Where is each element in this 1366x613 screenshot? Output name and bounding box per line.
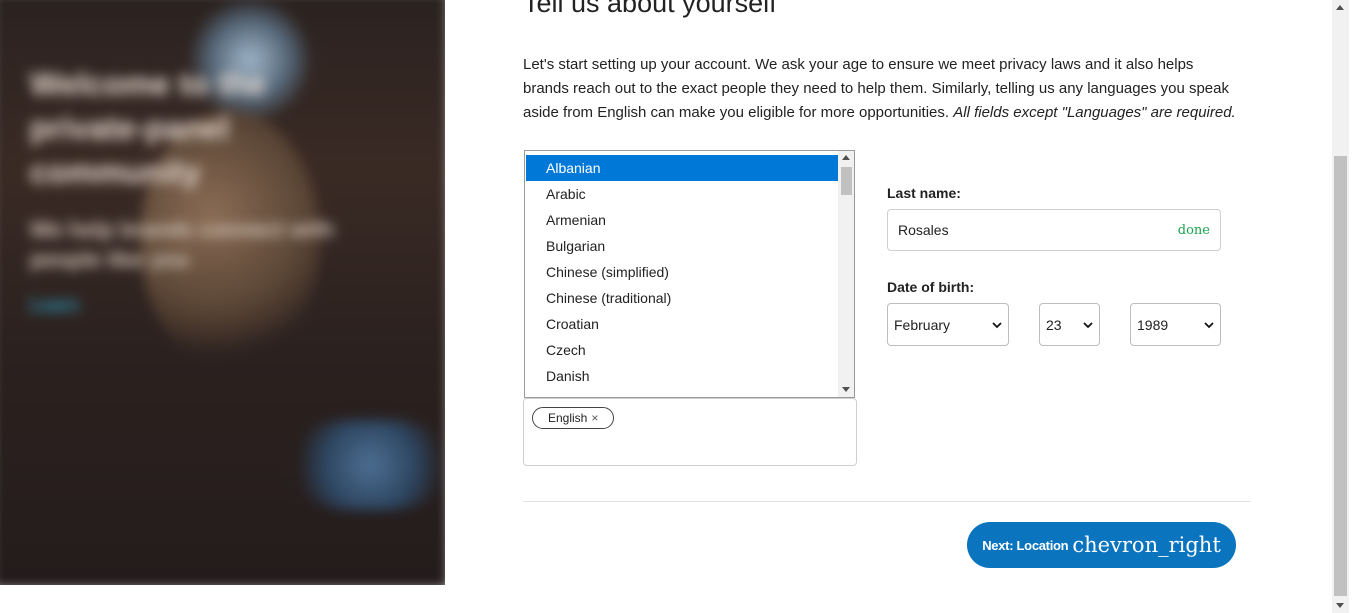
page-title: Tell us about yourself <box>523 0 777 18</box>
chevron-down-icon <box>1083 321 1093 328</box>
last-name-field[interactable]: Rosales done <box>887 209 1221 251</box>
language-option[interactable]: Bulgarian <box>526 233 839 259</box>
scroll-up-icon[interactable] <box>1336 5 1344 10</box>
dropdown-scroll-thumb[interactable] <box>841 167 852 195</box>
dob-label: Date of birth: <box>887 279 975 295</box>
scroll-down-icon[interactable] <box>1336 603 1344 608</box>
language-option[interactable]: Chinese (traditional) <box>526 285 839 311</box>
language-chip-english[interactable]: English × <box>532 407 615 429</box>
language-option[interactable]: Armenian <box>526 207 839 233</box>
next-button-label: Next: Location <box>982 537 1069 553</box>
hero-link: Learn <box>30 295 80 315</box>
chevron-right-icon: chevron_right <box>1072 533 1221 557</box>
language-option[interactable]: Czech <box>526 337 839 363</box>
dob-year-value: 1989 <box>1137 316 1169 333</box>
last-name-value: Rosales <box>898 222 949 238</box>
done-icon: done <box>1177 222 1210 238</box>
hero-image: Welcome to the private-panel community W… <box>0 0 445 585</box>
next-location-button[interactable]: Next: Location chevron_right <box>967 522 1236 568</box>
intro-text: Let's start setting up your account. We … <box>523 53 1243 125</box>
dob-day-select[interactable]: 23 <box>1039 303 1100 346</box>
remove-chip-icon[interactable]: × <box>591 411 598 425</box>
dob-month-select[interactable]: February <box>887 303 1009 346</box>
language-option[interactable]: Chinese (simplified) <box>526 259 839 285</box>
language-options: Albanian Arabic Armenian Bulgarian Chinese (… <box>526 155 839 397</box>
chevron-down-icon <box>992 321 1002 328</box>
language-dropdown[interactable]: Albanian Arabic Armenian Bulgarian Chinese (… <box>524 150 855 398</box>
dropdown-scrollbar[interactable] <box>838 151 854 397</box>
divider <box>523 501 1251 502</box>
language-chip-label: English <box>548 411 588 425</box>
intro-note: All fields except "Languages" are requir… <box>953 104 1236 121</box>
hero-body: We help brands connect with people like … <box>30 217 334 272</box>
last-name-label: Last name: <box>887 185 961 201</box>
dob-day-value: 23 <box>1046 316 1062 333</box>
language-option[interactable]: Danish <box>526 363 839 389</box>
dob-year-select[interactable]: 1989 <box>1130 303 1221 346</box>
page-scroll-thumb[interactable] <box>1334 156 1347 596</box>
scroll-up-icon[interactable] <box>842 155 850 160</box>
language-option[interactable]: Albanian <box>526 155 839 181</box>
dob-month-value: February <box>894 316 951 333</box>
language-option[interactable]: Dutch (Flemish) <box>526 389 839 397</box>
page-scrollbar[interactable] <box>1332 0 1349 613</box>
scroll-down-icon[interactable] <box>842 387 850 392</box>
language-option[interactable]: Arabic <box>526 181 839 207</box>
hero-headline: Welcome to the private-panel community <box>30 66 266 190</box>
chevron-down-icon <box>1204 321 1214 328</box>
languages-field[interactable]: English × <box>523 398 857 466</box>
language-option[interactable]: Croatian <box>526 311 839 337</box>
